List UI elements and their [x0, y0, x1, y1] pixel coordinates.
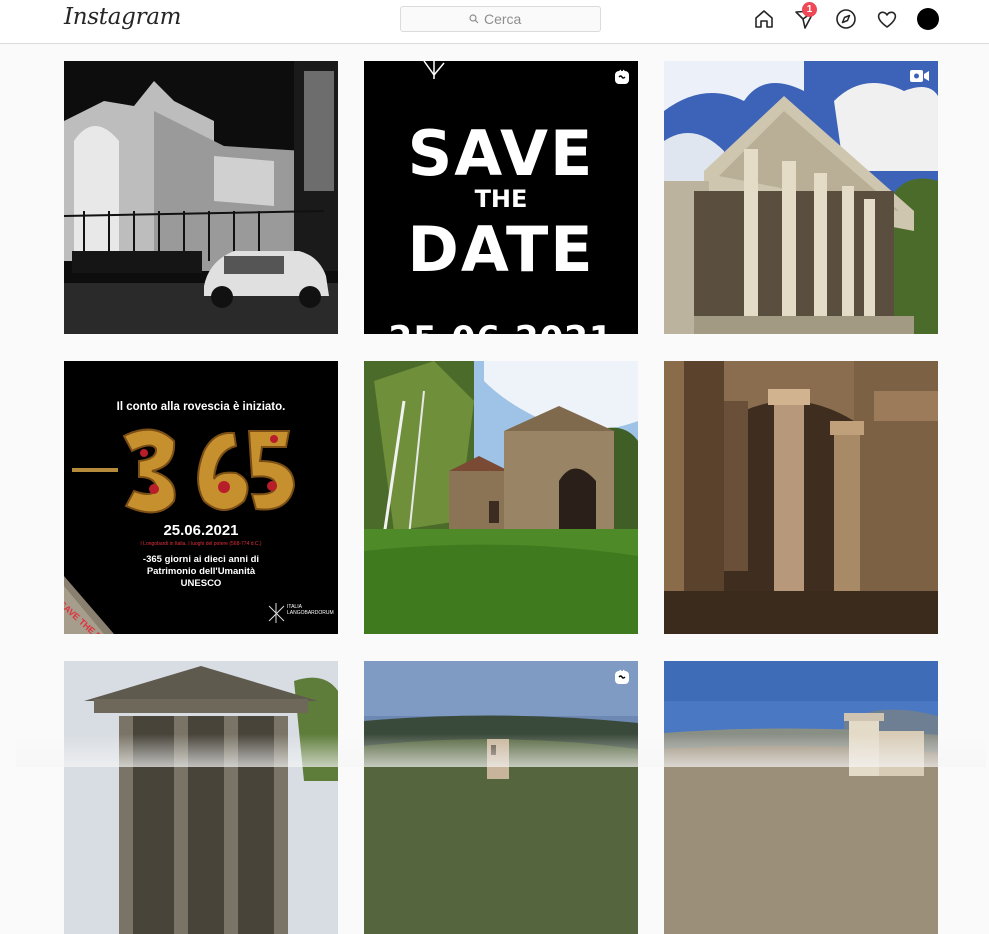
top-navigation-bar: Instagram 1 — [0, 0, 989, 44]
nav-icons: 1 — [735, 2, 939, 31]
direct-button[interactable]: 1 — [793, 2, 817, 31]
post-image — [664, 361, 938, 634]
countdown-red-line: I Longobardi in Italia. I luoghi del pot… — [140, 541, 262, 547]
grid-post[interactable] — [664, 361, 938, 634]
brand-line-2: LANGOBARDORUM — [287, 610, 334, 616]
countdown-date: 25.06.2021 — [163, 522, 239, 539]
post-image — [364, 661, 638, 934]
home-icon — [755, 10, 773, 28]
heart-icon — [877, 11, 897, 28]
grid-post[interactable]: SAVE THE DATE 25.06.2021 — [364, 61, 638, 334]
bottom-overlay — [16, 734, 986, 767]
countdown-body-1: -365 giorni ai dieci anni di — [142, 554, 260, 565]
the-text: THE — [474, 185, 528, 213]
countdown-heading: Il conto alla rovescia è iniziato. — [116, 401, 286, 413]
search-icon — [469, 14, 479, 24]
profile-avatar[interactable] — [917, 8, 939, 30]
video-icon — [910, 70, 929, 82]
search-box[interactable] — [400, 6, 601, 32]
grid-post[interactable] — [364, 361, 638, 634]
reels-icon — [615, 69, 629, 84]
grid-post[interactable] — [664, 661, 938, 934]
notification-badge: 1 — [802, 2, 817, 17]
date-text: DATE — [407, 213, 595, 286]
left-margin — [0, 44, 16, 767]
reels-icon — [615, 669, 629, 684]
instagram-logo[interactable]: Instagram — [64, 4, 182, 30]
explore-button[interactable] — [834, 7, 858, 31]
grid-post[interactable] — [64, 661, 338, 934]
countdown-body-2: Patrimonio dell'Umanità — [146, 566, 256, 577]
grid-post[interactable] — [664, 61, 938, 334]
save-text: SAVE — [407, 117, 595, 190]
post-image — [664, 661, 938, 934]
countdown-body-3: UNESCO — [180, 578, 222, 589]
post-image — [664, 61, 938, 334]
grid-post[interactable] — [64, 61, 338, 334]
post-image — [64, 61, 338, 334]
search-input[interactable] — [484, 11, 532, 27]
post-image — [364, 361, 638, 634]
home-button[interactable] — [752, 7, 776, 31]
grid-post[interactable]: Il conto alla rovescia è iniziato. 25.06… — [64, 361, 338, 634]
explore-icon — [836, 9, 856, 29]
cut-date-text: 25.06.2021 — [364, 319, 638, 334]
post-image — [64, 661, 338, 934]
grid-post[interactable] — [364, 661, 638, 934]
activity-button[interactable] — [875, 7, 899, 31]
